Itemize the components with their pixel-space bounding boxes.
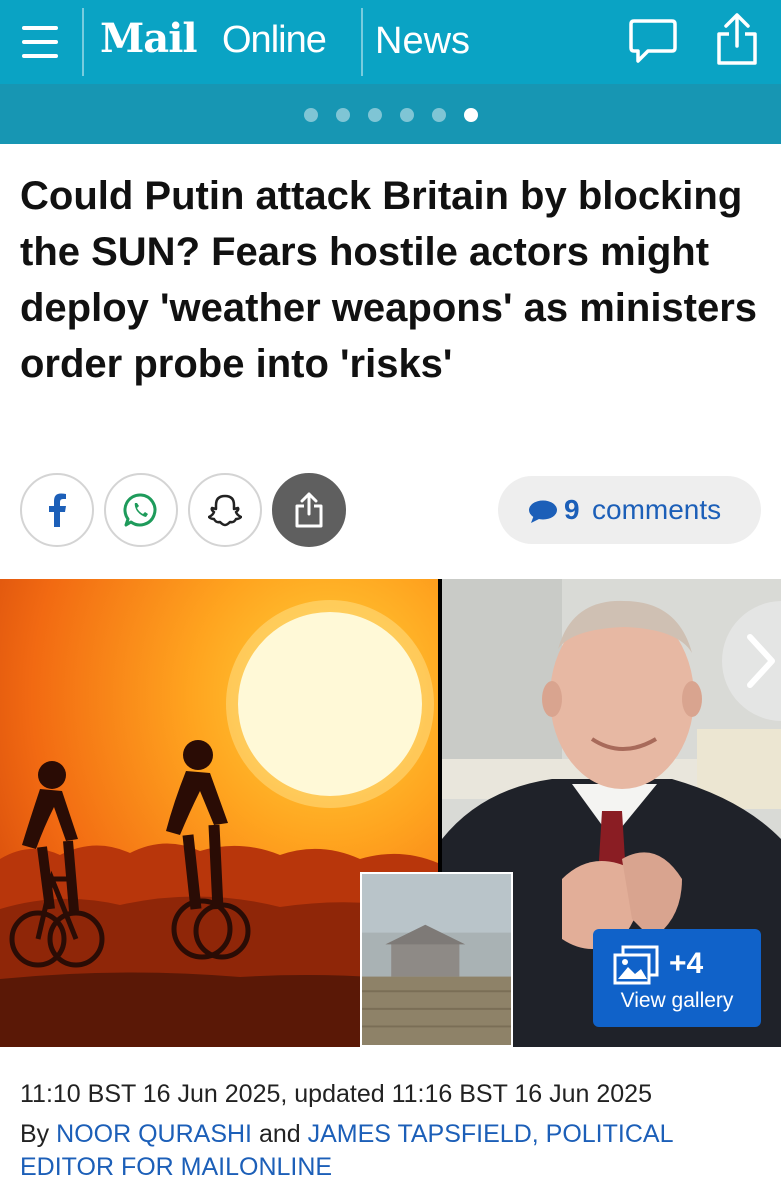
carousel-dot[interactable] (432, 108, 446, 122)
carousel-indicator (0, 84, 781, 144)
comments-label: comments (592, 494, 722, 525)
carousel-dot-active[interactable] (464, 108, 478, 122)
comment-bubble-icon (529, 500, 557, 523)
carousel-dot[interactable] (400, 108, 414, 122)
byline: By NOOR QURASHI and JAMES TAPSFIELD, POL… (20, 1118, 765, 1184)
logo-online[interactable]: Online (222, 19, 327, 62)
author-link[interactable]: NOOR QURASHI (56, 1120, 252, 1148)
app-header: Mail Online News (0, 0, 781, 84)
chevron-right-icon (747, 634, 775, 688)
whatsapp-share-button[interactable] (104, 473, 178, 547)
gallery-label: View gallery (620, 989, 734, 1012)
comments-count: 9 (564, 494, 580, 525)
header-divider (361, 8, 363, 76)
facebook-icon (49, 493, 66, 527)
gallery-count: +4 (669, 947, 704, 980)
gallery-icon (613, 945, 659, 985)
snapchat-icon (208, 494, 242, 527)
share-icon[interactable] (714, 12, 760, 66)
facebook-share-button[interactable] (20, 473, 94, 547)
carousel-dot[interactable] (304, 108, 318, 122)
article-timestamp: 11:10 BST 16 Jun 2025, updated 11:16 BST… (20, 1080, 652, 1108)
article-headline: Could Putin attack Britain by blocking t… (20, 174, 758, 386)
section-title[interactable]: News (375, 20, 470, 63)
byline-prefix: By (20, 1120, 50, 1148)
view-gallery-button[interactable]: +4 View gallery (593, 929, 761, 1027)
carousel-dot[interactable] (336, 108, 350, 122)
more-share-button[interactable] (272, 473, 346, 547)
share-icon (295, 492, 323, 528)
snapchat-share-button[interactable] (188, 473, 262, 547)
logo-mail[interactable]: Mail (100, 15, 198, 62)
byline-conjunction: and (258, 1120, 301, 1148)
menu-icon[interactable] (18, 16, 62, 68)
foggy-house-thumbnail (360, 872, 513, 1047)
comments-button[interactable]: 9 comments (498, 476, 761, 544)
header-divider (82, 8, 84, 76)
whatsapp-icon (123, 493, 157, 527)
carousel-dot[interactable] (368, 108, 382, 122)
hero-image-collage[interactable]: +4 View gallery (0, 579, 781, 1047)
comment-bubble-icon[interactable] (628, 16, 678, 66)
